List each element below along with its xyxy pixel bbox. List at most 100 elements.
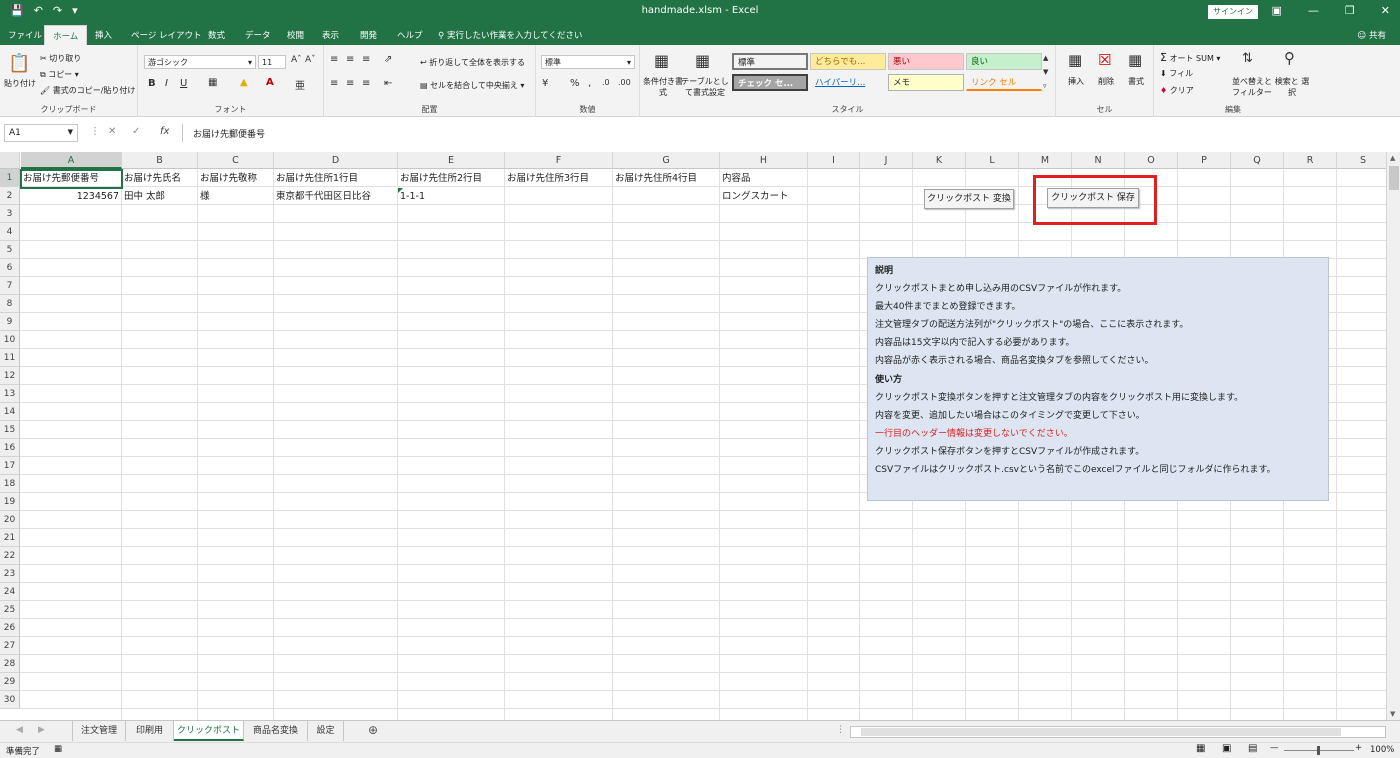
add-sheet-icon[interactable]: ⊕ [368,723,378,737]
sheet-tab-clickpost[interactable]: クリックポスト [174,721,244,741]
cell-b1[interactable]: お届け先氏名 [122,170,197,188]
clickpost-convert-button[interactable]: クリックポスト 変換 [924,189,1014,209]
cell-e1[interactable]: お届け先住所2行目 [398,170,504,188]
align-right-icon[interactable]: ≡ [362,78,370,89]
column-header-l[interactable]: L [966,152,1019,169]
row-header-1[interactable]: 1 [0,169,20,187]
cell-c2[interactable]: 様 [198,188,273,206]
select-all-corner[interactable] [0,152,20,169]
row-header-15[interactable]: 15 [0,421,20,439]
shrink-font-icon[interactable]: Aˇ [305,55,316,65]
sheet-tab-orders[interactable]: 注文管理 [72,721,126,741]
column-header-a[interactable]: A [21,152,122,169]
style-check-cell[interactable]: チェック セ... [732,74,808,91]
row-header-3[interactable]: 3 [0,205,20,223]
column-header-j[interactable]: J [860,152,913,169]
comma-icon[interactable]: , [588,78,591,89]
styles-scroll-down-icon[interactable]: ▼ [1043,68,1048,76]
delete-cells-button[interactable]: 削除 [1098,76,1114,87]
column-header-k[interactable]: K [913,152,966,169]
row-header-12[interactable]: 12 [0,367,20,385]
tab-page-layout[interactable]: ページ レイアウト [131,29,202,41]
column-header-d[interactable]: D [274,152,398,169]
percent-icon[interactable]: % [570,78,580,89]
sheet-tab-print[interactable]: 印刷用 [126,721,174,741]
row-header-22[interactable]: 22 [0,547,20,565]
row-header-6[interactable]: 6 [0,259,20,277]
clear-button[interactable]: ♦ クリア [1160,85,1194,96]
tab-formulas[interactable]: 数式 [208,29,225,41]
wrap-text-button[interactable]: ↩ 折り返して全体を表示する [420,57,525,68]
formula-input[interactable]: お届け先郵便番号 [182,124,1396,142]
column-header-n[interactable]: N [1072,152,1125,169]
sort-filter-icon[interactable]: ⇅ [1242,51,1253,66]
scrollbar-thumb[interactable] [1389,166,1399,190]
page-break-view-icon[interactable]: ▤ [1248,743,1257,754]
scroll-up-icon[interactable]: ▲ [1390,154,1395,162]
cell-e2[interactable]: 1-1-1 [398,188,504,206]
zoom-in-icon[interactable]: + [1355,743,1362,753]
decrease-decimal-icon[interactable]: .00 [618,78,631,87]
row-header-10[interactable]: 10 [0,331,20,349]
sheet-tab-product-convert[interactable]: 商品名変換 [244,721,308,741]
row-header-14[interactable]: 14 [0,403,20,421]
row-header-24[interactable]: 24 [0,583,20,601]
styles-more-icon[interactable]: ▿ [1043,82,1047,90]
column-header-r[interactable]: R [1284,152,1337,169]
next-sheet-icon[interactable]: ▶ [38,725,45,735]
info-textbox[interactable]: 説明 クリックポストまとめ申し込み用のCSVファイルが作れます。 最大40件まで… [867,257,1329,501]
row-header-2[interactable]: 2 [0,187,20,205]
merge-center-button[interactable]: ▤ セルを結合して中央揃え ▾ [420,80,524,91]
row-header-27[interactable]: 27 [0,637,20,655]
row-header-5[interactable]: 5 [0,241,20,259]
fill-button[interactable]: ⬇ フィル [1160,68,1193,79]
styles-scroll-up-icon[interactable]: ▲ [1043,54,1048,62]
currency-icon[interactable]: ¥ [542,78,548,89]
cell-h2[interactable]: ロングスカート [720,188,807,206]
indent-icon[interactable]: ⇤ [384,78,392,89]
cell-b2[interactable]: 田中 太郎 [122,188,197,206]
row-header-19[interactable]: 19 [0,493,20,511]
style-note[interactable]: メモ [888,74,964,91]
row-header-16[interactable]: 16 [0,439,20,457]
function-icon[interactable]: fx [160,126,169,137]
column-header-p[interactable]: P [1178,152,1231,169]
borders-icon[interactable]: ▦ [208,77,217,88]
column-header-m[interactable]: M [1019,152,1072,169]
align-bottom-icon[interactable]: ≡ [362,54,370,65]
phonetic-icon[interactable]: 亜 [295,77,305,92]
vertical-scrollbar[interactable]: ▲ ▼ [1386,152,1400,720]
row-header-18[interactable]: 18 [0,475,20,493]
row-header-17[interactable]: 17 [0,457,20,475]
number-format-select[interactable]: 標準 ▾ [541,55,635,69]
cell-h1[interactable]: 内容品 [720,170,807,188]
column-header-f[interactable]: F [505,152,613,169]
minimize-icon[interactable]: — [1308,4,1319,17]
tab-review[interactable]: 校閲 [287,29,304,41]
orientation-icon[interactable]: ⇗ [384,54,392,65]
copy-button[interactable]: ⧉ コピー ▾ [40,69,79,80]
tab-help[interactable]: ヘルプ [397,29,423,41]
cell-c1[interactable]: お届け先敬称 [198,170,273,188]
cell-d1[interactable]: お届け先住所1行目 [274,170,397,188]
horizontal-scrollbar-thumb[interactable] [861,728,1341,736]
font-color-icon[interactable]: A [266,77,274,88]
style-hyperlink[interactable]: ハイパーリ... [810,74,886,91]
fill-color-icon[interactable]: ▲ [240,77,248,88]
paste-button[interactable]: 貼り付け [4,78,36,89]
column-header-b[interactable]: B [122,152,198,169]
zoom-slider-handle[interactable] [1317,746,1320,755]
tab-developer[interactable]: 開発 [360,29,377,41]
align-center-icon[interactable]: ≡ [346,78,354,89]
conditional-format-button[interactable]: 条件付き書式 [643,76,683,98]
share-button[interactable]: ☺ 共有 [1357,29,1386,41]
more-options-icon[interactable]: ⋮ [90,126,100,137]
style-normal[interactable]: 標準 [732,53,808,70]
row-header-4[interactable]: 4 [0,223,20,241]
column-header-e[interactable]: E [398,152,505,169]
format-cells-button[interactable]: 書式 [1128,76,1144,87]
autosum-button[interactable]: Σ オート SUM ▾ [1160,51,1220,64]
style-neutral[interactable]: どちらでも... [810,53,886,70]
column-header-o[interactable]: O [1125,152,1178,169]
conditional-format-icon[interactable]: ▦ [654,51,669,70]
